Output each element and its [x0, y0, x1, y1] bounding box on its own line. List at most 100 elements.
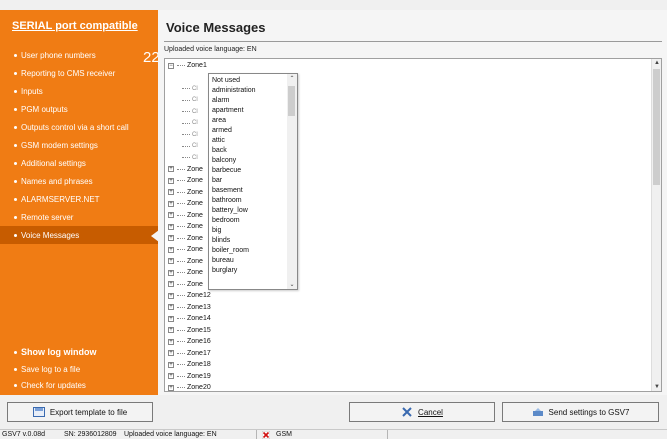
- sidebar-item[interactable]: Additional settings: [0, 154, 158, 172]
- sidebar-item[interactable]: Inputs: [0, 82, 158, 100]
- dropdown-option[interactable]: apartment: [209, 106, 289, 116]
- tree-node[interactable]: + Zone: [168, 256, 203, 267]
- tree-node[interactable]: + Zone: [168, 267, 203, 278]
- sidebar-item[interactable]: User phone numbers: [0, 46, 158, 64]
- expand-icon[interactable]: +: [168, 384, 174, 391]
- expand-icon[interactable]: +: [168, 269, 174, 276]
- expand-icon[interactable]: +: [168, 246, 174, 253]
- dropdown-option[interactable]: barbecue: [209, 166, 289, 176]
- sidebar-item[interactable]: Reporting to CMS receiver: [0, 64, 158, 82]
- status-separator: [387, 430, 388, 439]
- chevron-down-icon[interactable]: ⌄: [287, 281, 297, 288]
- tree-node[interactable]: + Zone20: [168, 382, 211, 391]
- expand-icon[interactable]: +: [168, 304, 174, 310]
- dropdown-option[interactable]: back: [209, 146, 289, 156]
- sidebar-item[interactable]: Remote server: [0, 208, 158, 226]
- expand-icon[interactable]: +: [168, 327, 174, 333]
- dropdown-option[interactable]: basement: [209, 186, 289, 196]
- expand-icon[interactable]: +: [168, 189, 174, 195]
- tree-node[interactable]: + Zone: [168, 279, 203, 290]
- expand-icon[interactable]: +: [168, 281, 174, 287]
- sidebar-item[interactable]: Voice Messages: [0, 226, 159, 244]
- tree-child[interactable]: Cl: [182, 118, 198, 129]
- dropdown-option[interactable]: bar: [209, 176, 289, 186]
- send-settings-button[interactable]: Send settings to GSV7: [502, 402, 659, 422]
- tree-node[interactable]: + Zone16: [168, 336, 211, 347]
- expand-icon[interactable]: +: [168, 361, 174, 368]
- scroll-up-icon[interactable]: ▲: [652, 60, 661, 66]
- sidebar-bottom-item[interactable]: Save log to a file: [0, 361, 158, 377]
- sidebar-item[interactable]: PGM outputs: [0, 100, 158, 118]
- sidebar-header-link[interactable]: SERIAL port compatible: [0, 10, 158, 36]
- sidebar-item[interactable]: GSM modem settings: [0, 136, 158, 154]
- dropdown-option[interactable]: armed: [209, 126, 289, 136]
- dropdown-option[interactable]: battery_low: [209, 206, 289, 216]
- expand-icon[interactable]: +: [168, 350, 174, 356]
- dropdown-option[interactable]: attic: [209, 136, 289, 146]
- dropdown-option[interactable]: Not used: [209, 74, 289, 86]
- tree-child[interactable]: Cl: [182, 106, 198, 117]
- phrase-dropdown-list[interactable]: Not used administration alarm apartment area…: [208, 73, 298, 290]
- export-template-button[interactable]: Export template to file: [7, 402, 153, 422]
- dropdown-option[interactable]: alarm: [209, 96, 289, 106]
- dropdown-option[interactable]: burglary: [209, 266, 289, 276]
- tree-child[interactable]: Cl: [182, 83, 198, 94]
- cancel-button[interactable]: Cancel: [349, 402, 495, 422]
- sidebar-bottom-menu: Show log window Save log to a file Check f…: [0, 343, 158, 393]
- tree-node[interactable]: + Zone: [168, 210, 203, 221]
- expand-icon[interactable]: +: [168, 258, 174, 264]
- tree-node[interactable]: + Zone17: [168, 348, 211, 359]
- tree-node[interactable]: + Zone: [168, 164, 203, 175]
- tree-node[interactable]: + Zone19: [168, 371, 211, 382]
- sidebar-bottom-item[interactable]: Check for updates: [0, 377, 158, 393]
- tree-child[interactable]: Cl: [182, 141, 198, 152]
- tree-node[interactable]: + Zone: [168, 187, 203, 198]
- tree-scrollbar[interactable]: ▲ ▼: [651, 59, 661, 391]
- collapse-icon[interactable]: −: [168, 62, 174, 69]
- sidebar-bottom-item[interactable]: Show log window: [0, 343, 158, 361]
- tree-node[interactable]: + Zone12: [168, 290, 211, 301]
- scroll-down-icon[interactable]: ▼: [652, 384, 661, 390]
- tree-node[interactable]: + Zone: [168, 175, 203, 186]
- dropdown-option[interactable]: boiler_room: [209, 246, 289, 256]
- tree-child[interactable]: Cl: [182, 129, 198, 140]
- scrollbar-thumb[interactable]: [653, 69, 660, 185]
- dropdown-scrollbar[interactable]: ⌃ ⌄: [287, 74, 297, 289]
- expand-icon[interactable]: +: [168, 292, 174, 299]
- dropdown-option[interactable]: big: [209, 226, 289, 236]
- sidebar-item[interactable]: ALARMSERVER.NET: [0, 190, 158, 208]
- expand-icon[interactable]: +: [168, 338, 174, 345]
- tree-child[interactable]: Cl: [182, 95, 198, 106]
- chevron-up-icon[interactable]: ⌃: [287, 75, 297, 82]
- tree-node[interactable]: + Zone: [168, 244, 203, 255]
- tree-node[interactable]: − Zone1: [168, 60, 207, 71]
- tree-node[interactable]: + Zone15: [168, 325, 211, 336]
- expand-icon[interactable]: +: [168, 177, 174, 184]
- sidebar-item[interactable]: Outputs control via a short call: [0, 118, 158, 136]
- dropdown-option[interactable]: bedroom: [209, 216, 289, 226]
- dropdown-option[interactable]: balcony: [209, 156, 289, 166]
- tree-node[interactable]: + Zone: [168, 198, 203, 209]
- tree-node[interactable]: + Zone14: [168, 313, 211, 324]
- dropdown-option[interactable]: area: [209, 116, 289, 126]
- dropdown-option[interactable]: administration: [209, 86, 289, 96]
- sidebar-item[interactable]: Names and phrases: [0, 172, 158, 190]
- expand-icon[interactable]: +: [168, 200, 174, 207]
- tree-node[interactable]: + Zone18: [168, 359, 211, 370]
- tree-node[interactable]: + Zone: [168, 233, 203, 244]
- tree-node[interactable]: + Zone: [168, 221, 203, 232]
- dropdown-option[interactable]: blinds: [209, 236, 289, 246]
- expand-icon[interactable]: +: [168, 223, 174, 230]
- tree-node[interactable]: + Zone13: [168, 302, 211, 313]
- expand-icon[interactable]: +: [168, 166, 174, 172]
- expand-icon[interactable]: +: [168, 373, 174, 379]
- dropdown-scroll-thumb[interactable]: [288, 86, 295, 116]
- tree-child[interactable]: Cl: [182, 152, 198, 163]
- title-divider: [164, 41, 662, 42]
- dropdown-option[interactable]: bureau: [209, 256, 289, 266]
- expand-icon[interactable]: +: [168, 212, 174, 218]
- expand-icon[interactable]: +: [168, 235, 174, 241]
- dropdown-option[interactable]: bathroom: [209, 196, 289, 206]
- zone-tree[interactable]: − Zone1 Cl Cl Cl Cl Cl Cl Cl + Zone + Zone + Zone + Zone…: [164, 58, 662, 392]
- expand-icon[interactable]: +: [168, 315, 174, 322]
